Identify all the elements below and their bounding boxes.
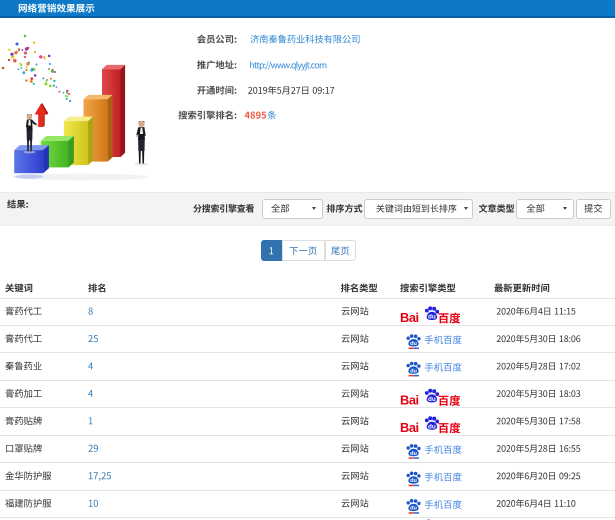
svg-text:du: du [428,396,436,403]
svg-text:Bai: Bai [400,310,419,325]
svg-text:du: du [410,506,417,512]
svg-text:du: du [410,368,417,374]
svg-text:du: du [428,423,436,430]
svg-text:Bai: Bai [400,392,419,407]
svg-text:du: du [428,314,436,321]
svg-text:Bai: Bai [400,420,419,435]
svg-text:du: du [410,478,417,484]
svg-text:du: du [410,451,417,457]
svg-text:du: du [410,341,417,347]
